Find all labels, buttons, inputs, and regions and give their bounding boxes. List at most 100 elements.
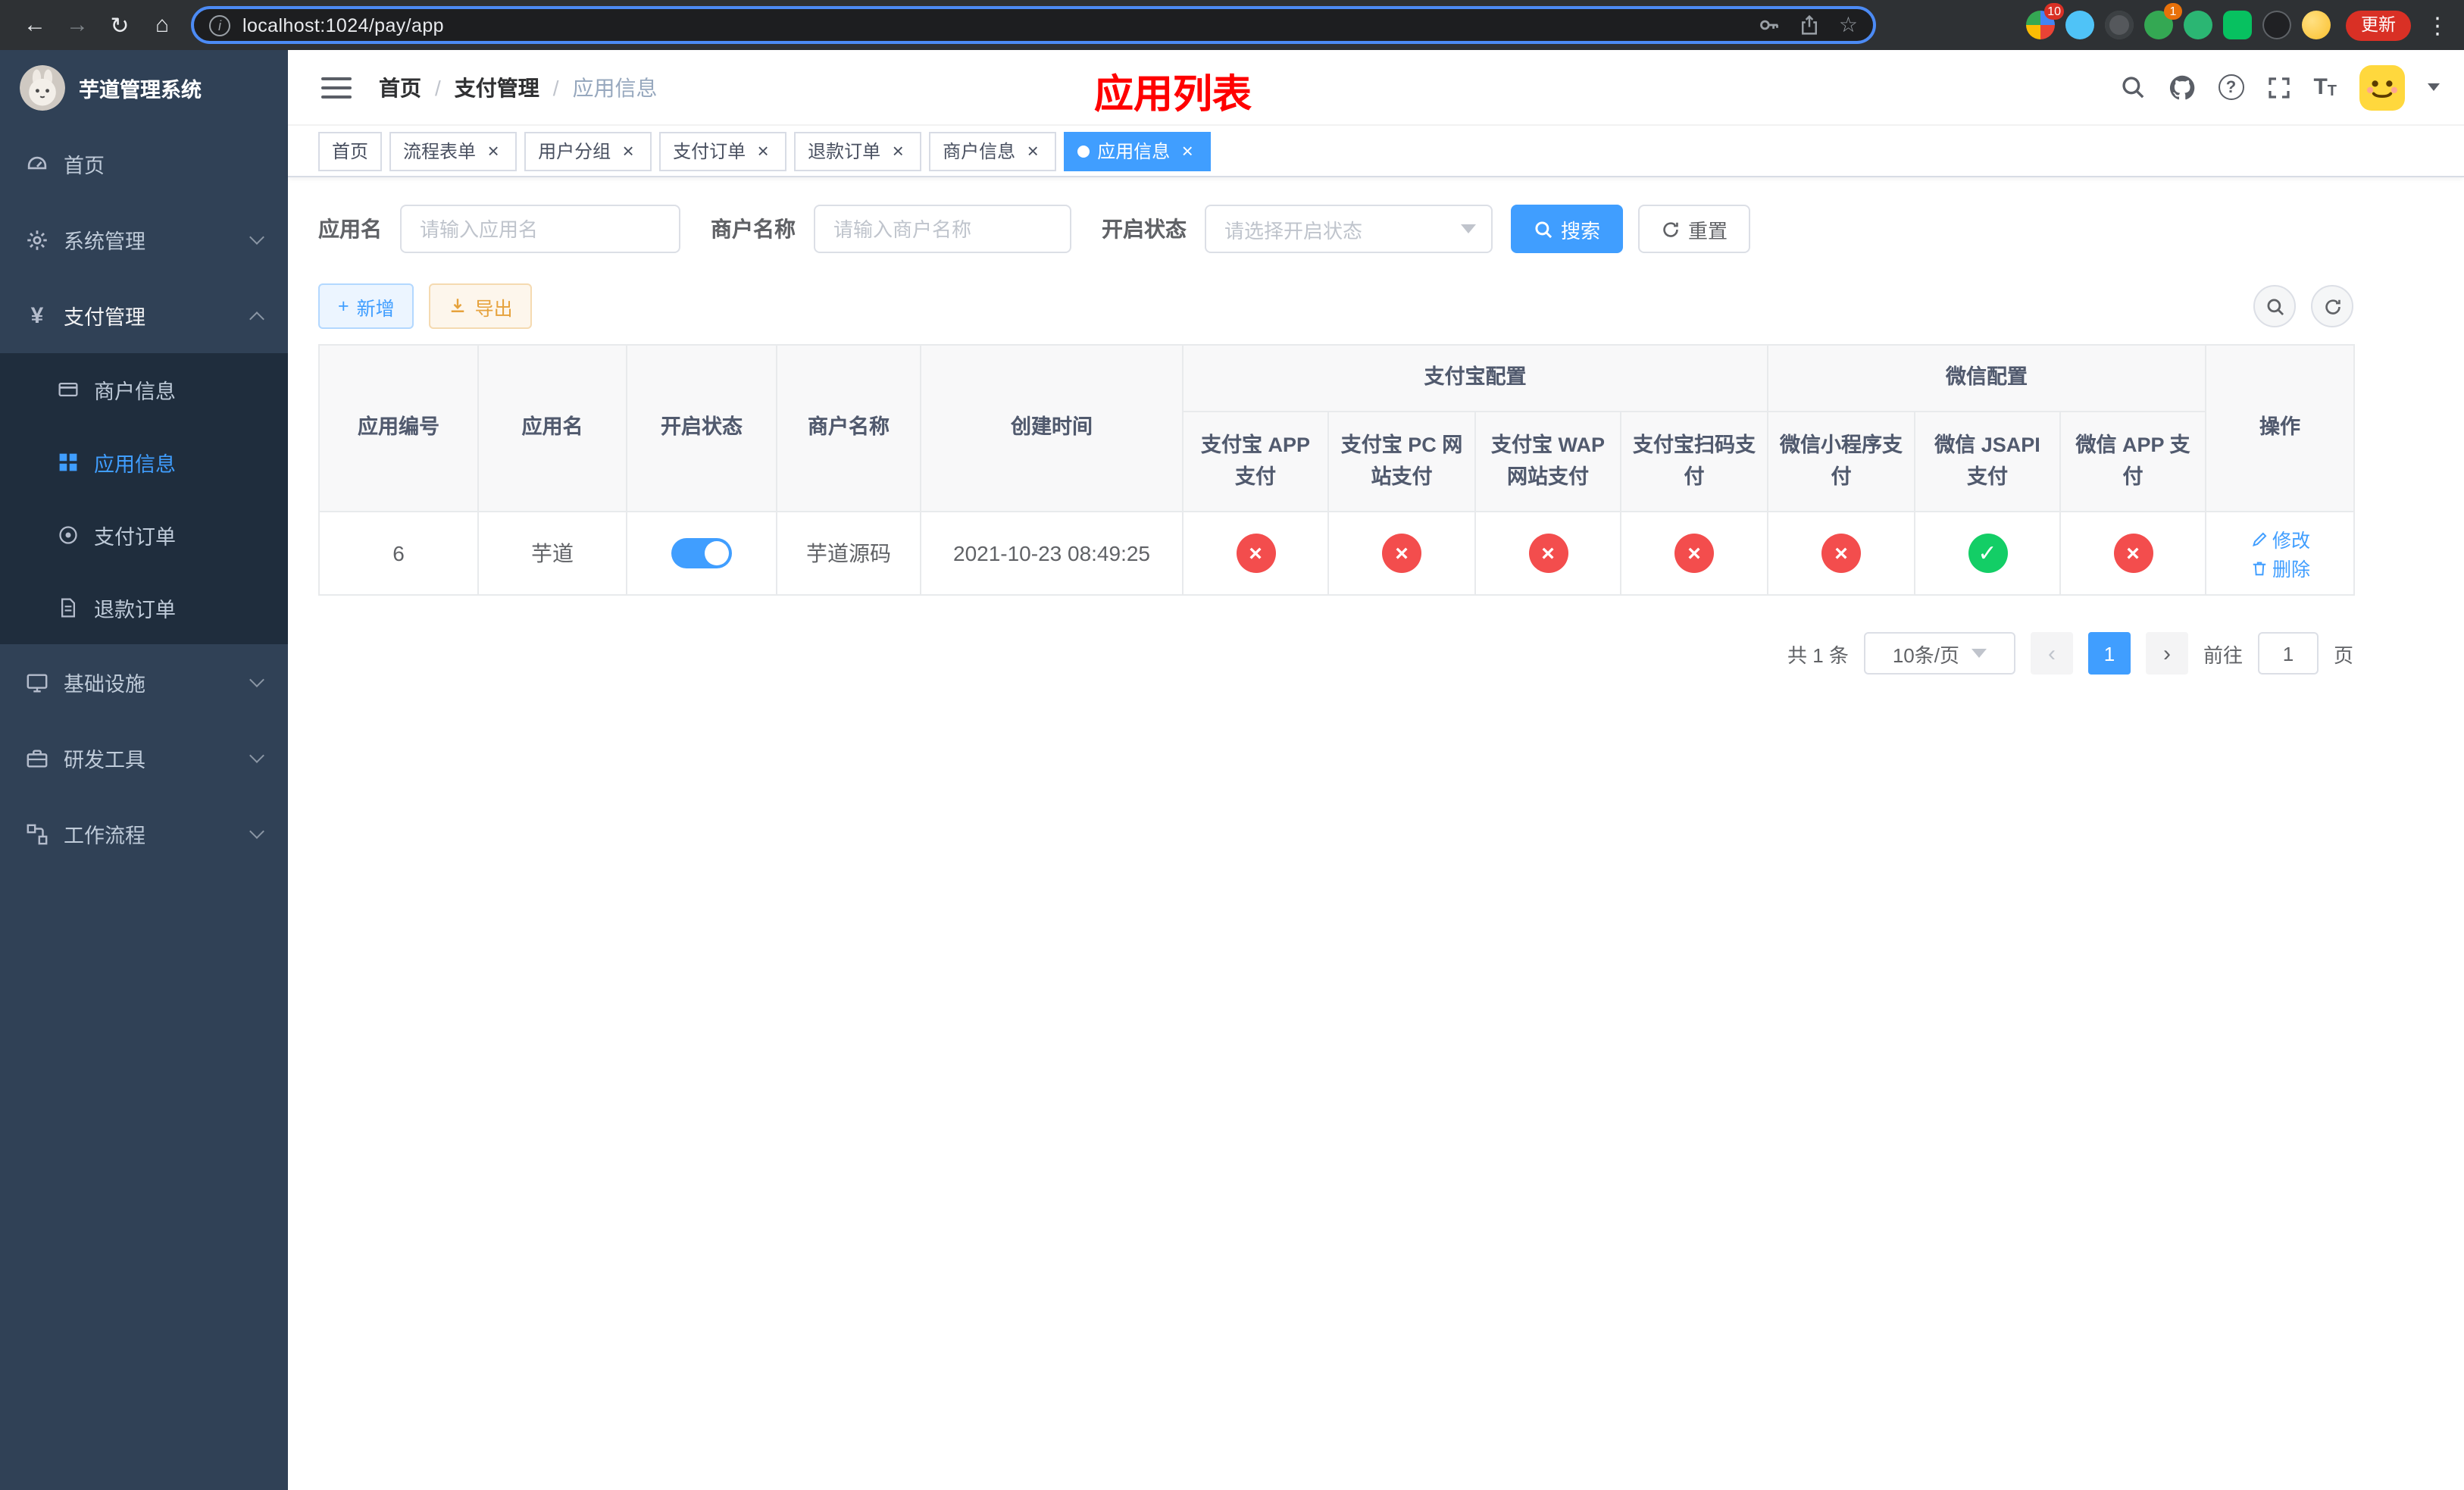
status-select[interactable]: 请选择开启状态 [1205, 205, 1493, 253]
extension-badge: 10 [2044, 3, 2064, 20]
cell-alipay-app: × [1182, 511, 1329, 596]
tab-home[interactable]: 首页 [318, 131, 383, 171]
sidebar-item-label: 退款订单 [94, 599, 176, 621]
breadcrumb-home[interactable]: 首页 [379, 72, 421, 102]
filter-form: 应用名 商户名称 开启状态 请选择开启状态 搜索 重置 [318, 205, 2353, 253]
chevron-down-icon [1461, 224, 1476, 233]
extensions-row: 10 1 [2026, 3, 2331, 39]
table-toolbar: + 新增 导出 [318, 283, 2353, 329]
sidebar-item-label: 系统管理 [64, 230, 145, 253]
breadcrumb-payment[interactable]: 支付管理 [455, 72, 539, 102]
url-text[interactable]: localhost:1024/pay/app [242, 14, 1746, 36]
page-title: 应用列表 [1093, 70, 1252, 116]
sidebar-item-payment-orders[interactable]: 支付订单 [0, 499, 288, 571]
sidebar-item-label: 应用信息 [94, 453, 176, 476]
close-icon[interactable]: × [1177, 141, 1197, 161]
sidebar-item-infrastructure[interactable]: 基础设施 [0, 644, 288, 720]
reload-icon[interactable]: ↻ [100, 5, 139, 45]
forward-icon[interactable]: → [58, 5, 97, 45]
extension-wechat-devtools-icon[interactable] [2223, 11, 2252, 39]
extension-green-icon[interactable] [2184, 11, 2212, 39]
col-created: 创建时间 [920, 344, 1184, 512]
sidebar-item-merchant-info[interactable]: 商户信息 [0, 353, 288, 426]
tab-app-info[interactable]: 应用信息 × [1064, 131, 1212, 171]
search-button[interactable]: 搜索 [1511, 205, 1624, 253]
chevron-down-icon [249, 748, 264, 763]
payment-submenu: 商户信息 应用信息 支付订单 退款订单 [0, 353, 288, 644]
order-circle-icon [59, 526, 77, 544]
close-icon[interactable]: × [888, 141, 908, 161]
omnibox-actions: ☆ [1759, 12, 1858, 38]
close-icon[interactable]: × [618, 141, 638, 161]
tab-refund-orders[interactable]: 退款订单 × [794, 131, 922, 171]
password-key-icon[interactable] [1759, 14, 1781, 36]
sidebar-item-system[interactable]: 系统管理 [0, 202, 288, 277]
edit-link[interactable]: 修改 [2250, 524, 2310, 553]
sidebar-item-workflow[interactable]: 工作流程 [0, 796, 288, 872]
document-icon [61, 598, 76, 618]
toggle-search-button[interactable] [2253, 285, 2296, 327]
goto-page-input[interactable] [2257, 632, 2319, 675]
cross-icon: × [2113, 534, 2153, 573]
chevron-down-icon [249, 672, 264, 687]
extension-pin-icon[interactable] [2262, 11, 2291, 39]
sidebar-item-payment[interactable]: ¥ 支付管理 [0, 277, 288, 353]
share-icon[interactable] [1800, 14, 1821, 36]
next-page-button[interactable]: › [2145, 632, 2188, 675]
search-icon[interactable] [2119, 74, 2145, 100]
close-icon[interactable]: × [753, 141, 773, 161]
page-number-button[interactable]: 1 [2087, 632, 2131, 675]
sidebar-item-devtools[interactable]: 研发工具 [0, 720, 288, 796]
browser-menu-icon[interactable]: ⋮ [2426, 11, 2449, 39]
reset-button[interactable]: 重置 [1638, 205, 1751, 253]
extension-dark-icon[interactable] [2105, 11, 2134, 39]
workflow-icon [27, 823, 48, 844]
close-icon[interactable]: × [483, 141, 503, 161]
breadcrumb-separator: / [552, 75, 559, 99]
address-bar[interactable]: i localhost:1024/pay/app ☆ [191, 6, 1876, 44]
extensions-puzzle-icon[interactable]: 10 [2026, 3, 2064, 39]
app-name-input[interactable] [400, 205, 680, 253]
col-wx-jsapi: 微信 JSAPI 支付 [1914, 411, 2061, 512]
merchant-name-input[interactable] [814, 205, 1071, 253]
home-icon[interactable]: ⌂ [142, 5, 182, 45]
sidebar-item-refund-orders[interactable]: 退款订单 [0, 571, 288, 644]
bookmark-star-icon[interactable]: ☆ [1839, 12, 1858, 38]
sidebar-item-app-info[interactable]: 应用信息 [0, 426, 288, 499]
cell-alipay-pc: × [1327, 511, 1476, 596]
font-size-icon[interactable]: TT [2313, 74, 2337, 100]
col-wx-app: 微信 APP 支付 [2059, 411, 2207, 512]
tab-process-form[interactable]: 流程表单 × [389, 131, 518, 171]
collapse-sidebar-icon[interactable] [321, 77, 352, 98]
tab-user-group[interactable]: 用户分组 × [524, 131, 652, 171]
back-icon[interactable]: ← [15, 5, 55, 45]
close-icon[interactable]: × [1023, 141, 1043, 161]
extension-blue-icon[interactable] [2065, 11, 2094, 39]
page-size-select[interactable]: 10条/页 [1863, 632, 2015, 675]
refresh-table-button[interactable] [2311, 285, 2353, 327]
github-icon[interactable] [2168, 74, 2195, 101]
add-button[interactable]: + 新增 [318, 283, 414, 329]
chevron-down-icon[interactable] [2428, 83, 2440, 91]
app-logo [20, 65, 65, 111]
user-avatar[interactable] [2359, 64, 2405, 110]
site-info-icon[interactable]: i [209, 14, 230, 36]
fullscreen-icon[interactable] [2266, 75, 2290, 99]
app-logo-link[interactable]: 芋道管理系统 [0, 50, 288, 126]
extension-green-badged-icon[interactable]: 1 [2144, 3, 2182, 39]
help-icon[interactable]: ? [2218, 74, 2244, 100]
sidebar-item-label: 商户信息 [94, 380, 176, 403]
extension-emoji-icon[interactable] [2302, 11, 2331, 39]
breadcrumb: 首页 / 支付管理 / 应用信息 [379, 72, 658, 102]
col-alipay-wap: 支付宝 WAP 网站支付 [1474, 411, 1621, 512]
prev-page-button[interactable]: ‹ [2030, 632, 2073, 675]
status-toggle[interactable] [671, 538, 732, 568]
tab-merchant-info[interactable]: 商户信息 × [929, 131, 1057, 171]
delete-link[interactable]: 删除 [2250, 553, 2310, 582]
update-button[interactable]: 更新 [2346, 10, 2411, 40]
export-button[interactable]: 导出 [429, 283, 533, 329]
sidebar-item-home[interactable]: 首页 [0, 126, 288, 202]
total-label: 共 1 条 [1787, 643, 1849, 666]
edit-icon [2252, 531, 2266, 546]
tab-payment-orders[interactable]: 支付订单 × [659, 131, 787, 171]
